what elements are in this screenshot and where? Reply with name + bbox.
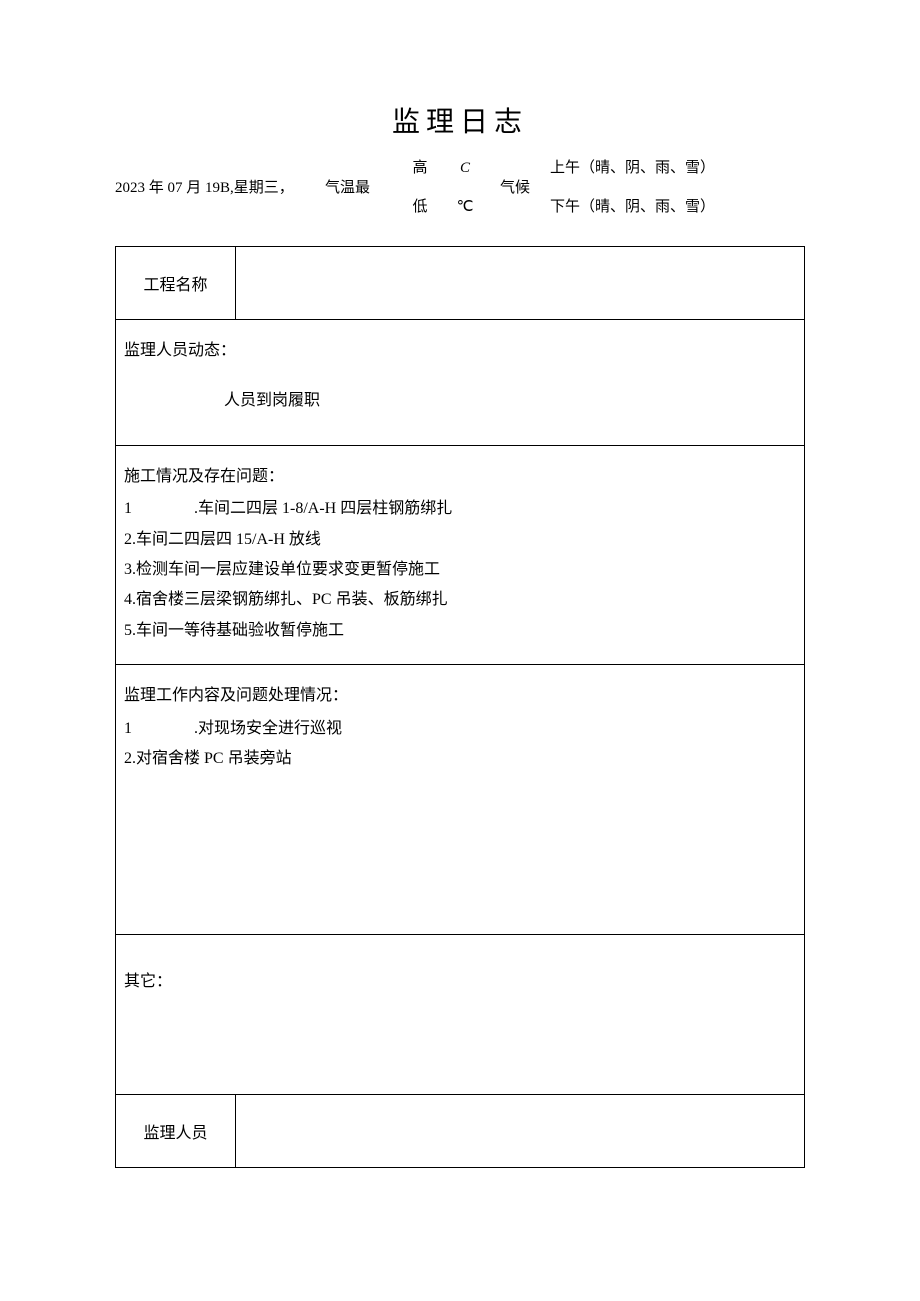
item-number: 1: [124, 494, 194, 524]
list-item: 4.宿舍楼三层梁钢筋绑扎、PC 吊装、板筋绑扎: [124, 585, 796, 615]
temp-low-unit: ℃: [457, 197, 474, 218]
personnel-heading: 监理人员动态：: [124, 336, 796, 366]
list-item: 2.车间二四层四 15/A-H 放线: [124, 525, 796, 555]
meta-row: 2023 年 07 月 19B,星期三， 气温最 高 低 C ℃ 气候 上午（晴…: [115, 158, 805, 218]
list-item: 1 .对现场安全进行巡视: [124, 714, 796, 744]
personnel-section: 监理人员动态： 人员到岗履职: [116, 320, 805, 446]
climate-pm: 下午（晴、阴、雨、雪）: [550, 197, 805, 218]
footer-value: [236, 1095, 805, 1168]
supervision-heading: 监理工作内容及问题处理情况：: [124, 681, 796, 711]
construction-heading: 施工情况及存在问题：: [124, 462, 796, 492]
temp-high-label: 高: [412, 158, 427, 179]
page-title: 监理日志: [115, 100, 805, 140]
item-text: .车间二四层 1-8/A-H 四层柱钢筋绑扎: [194, 494, 452, 524]
temp-high-unit: C: [460, 158, 470, 179]
list-item: 3.检测车间一层应建设单位要求变更暂停施工: [124, 555, 796, 585]
date-text: 2023 年 07 月 19B,星期三，: [115, 178, 325, 199]
others-section: 其它：: [116, 935, 805, 1095]
temp-label: 气温最: [325, 178, 400, 199]
construction-section: 施工情况及存在问题： 1 .车间二四层 1-8/A-H 四层柱钢筋绑扎 2.车间…: [116, 445, 805, 664]
footer-label: 监理人员: [116, 1095, 236, 1168]
project-name-value: [236, 247, 805, 320]
supervision-section: 监理工作内容及问题处理情况： 1 .对现场安全进行巡视 2.对宿舍楼 PC 吊装…: [116, 665, 805, 935]
personnel-body: 人员到岗履职: [124, 368, 796, 426]
log-table: 工程名称 监理人员动态： 人员到岗履职 施工情况及存在问题： 1 .车间二四层 …: [115, 246, 805, 1168]
climate-label: 气候: [490, 178, 540, 199]
item-number: 1: [124, 714, 194, 744]
project-name-label: 工程名称: [116, 247, 236, 320]
list-item: 1 .车间二四层 1-8/A-H 四层柱钢筋绑扎: [124, 494, 796, 524]
list-item: 2.对宿舍楼 PC 吊装旁站: [124, 744, 796, 774]
item-text: .对现场安全进行巡视: [194, 714, 342, 744]
climate-am: 上午（晴、阴、雨、雪）: [550, 158, 805, 179]
temp-low-label: 低: [412, 197, 427, 218]
others-heading: 其它：: [124, 951, 796, 997]
list-item: 5.车间一等待基础验收暂停施工: [124, 616, 796, 646]
